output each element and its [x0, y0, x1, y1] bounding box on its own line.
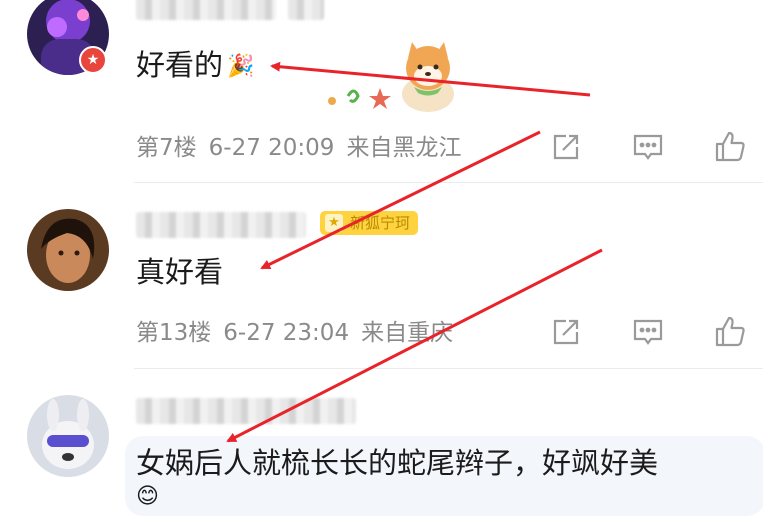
username-blurred[interactable]	[136, 398, 356, 424]
comment-icon	[633, 319, 663, 345]
fan-badge: ★ 新狐宁珂	[320, 211, 419, 235]
comment-text: 真好看	[136, 255, 224, 289]
fan-badge-label: 新狐宁珂	[350, 214, 411, 232]
share-button[interactable]	[546, 312, 586, 352]
comment-divider	[134, 368, 763, 369]
verified-badge-icon: ★	[79, 46, 107, 74]
avatar[interactable]	[27, 395, 109, 477]
reply-button[interactable]	[628, 312, 668, 352]
share-icon	[553, 134, 579, 160]
badge-icon: ★	[325, 214, 343, 232]
comment-meta: 第13楼 6-27 23:04 来自重庆	[136, 318, 465, 348]
timestamp: 6-27 23:04	[223, 320, 350, 346]
comment-meta: 第7楼 6-27 20:09 来自黑龙江	[136, 133, 473, 163]
timestamp: 6-27 20:09	[208, 135, 335, 161]
location: 来自黑龙江	[346, 135, 462, 161]
comment-text-value: 好看的	[136, 48, 224, 82]
user-badge-blurred	[288, 0, 324, 20]
thumbs-up-icon	[715, 316, 745, 347]
comment-icon	[633, 134, 663, 160]
reply-button[interactable]	[628, 127, 668, 167]
share-button[interactable]	[546, 127, 586, 167]
thumbs-up-icon	[715, 131, 745, 162]
comment-divider	[134, 182, 763, 183]
share-icon	[553, 319, 579, 345]
like-button[interactable]	[710, 312, 750, 352]
party-emoji-icon: 🎉	[227, 54, 255, 79]
username-blurred[interactable]	[136, 0, 276, 20]
floor-number: 第7楼	[136, 135, 197, 161]
comment-text: 女娲后人就梳长长的蛇尾辫子，好飒好美	[136, 446, 659, 480]
location: 来自重庆	[361, 320, 454, 346]
like-button[interactable]	[710, 127, 750, 167]
avatar[interactable]	[27, 209, 109, 291]
floor-number: 第13楼	[136, 320, 212, 346]
comment-text: 好看的 🎉	[136, 47, 254, 85]
username-blurred[interactable]	[136, 212, 306, 238]
shiba-sticker	[322, 40, 462, 119]
